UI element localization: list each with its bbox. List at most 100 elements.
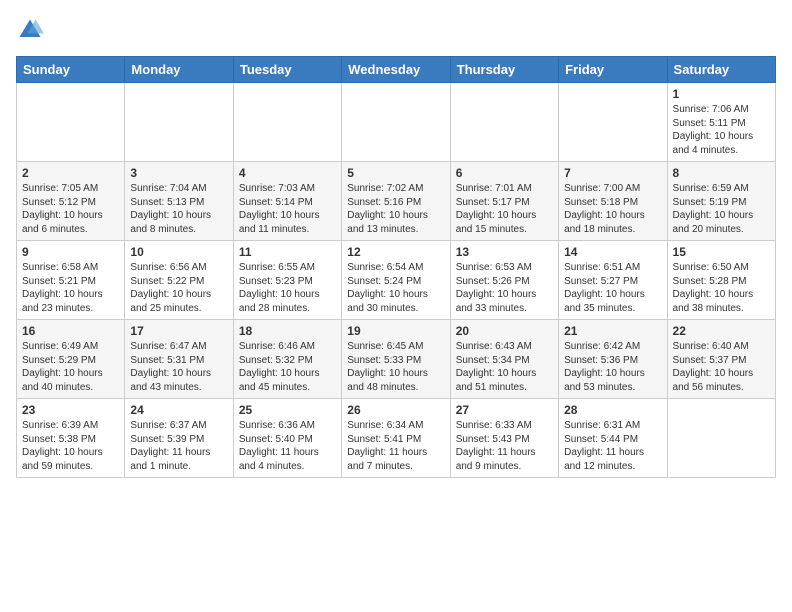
day-info: Sunrise: 7:06 AM Sunset: 5:11 PM Dayligh… bbox=[673, 103, 770, 157]
calendar-cell: 16Sunrise: 6:49 AM Sunset: 5:29 PM Dayli… bbox=[17, 320, 125, 399]
day-info: Sunrise: 6:53 AM Sunset: 5:26 PM Dayligh… bbox=[456, 261, 553, 315]
calendar-cell: 21 Sunrise: 6:42 AM Sunset: 5:36 PM Dayli… bbox=[559, 320, 667, 399]
day-number: 3 bbox=[130, 166, 227, 180]
calendar-cell bbox=[342, 83, 450, 162]
day-number: 23 bbox=[22, 403, 119, 417]
day-number: 22 bbox=[673, 324, 770, 338]
day-number: 10 bbox=[130, 245, 227, 259]
day-number: 16 bbox=[22, 324, 119, 338]
weekday-header-thursday: Thursday bbox=[450, 57, 558, 83]
calendar-cell: 27 Sunrise: 6:33 AM Sunset: 5:43 PM Dayli… bbox=[450, 399, 558, 478]
day-info: Sunrise: 7:05 AM Sunset: 5:12 PM Dayligh… bbox=[22, 182, 119, 236]
day-info: Sunrise: 6:31 AM Sunset: 5:44 PM Dayligh… bbox=[564, 419, 661, 473]
calendar-cell: 19 Sunrise: 6:45 AM Sunset: 5:33 PM Dayli… bbox=[342, 320, 450, 399]
day-number: 20 bbox=[456, 324, 553, 338]
day-number: 21 bbox=[564, 324, 661, 338]
weekday-header-row: SundayMondayTuesdayWednesdayThursdayFrid… bbox=[17, 57, 776, 83]
weekday-header-sunday: Sunday bbox=[17, 57, 125, 83]
day-number: 7 bbox=[564, 166, 661, 180]
calendar-cell: 22 Sunrise: 6:40 AM Sunset: 5:37 PM Dayli… bbox=[667, 320, 775, 399]
calendar-cell: 26 Sunrise: 6:34 AM Sunset: 5:41 PM Dayli… bbox=[342, 399, 450, 478]
weekday-header-friday: Friday bbox=[559, 57, 667, 83]
calendar-cell bbox=[450, 83, 558, 162]
calendar-cell: 20 Sunrise: 6:43 AM Sunset: 5:34 PM Dayli… bbox=[450, 320, 558, 399]
calendar-cell bbox=[17, 83, 125, 162]
day-number: 5 bbox=[347, 166, 444, 180]
calendar-cell: 28Sunrise: 6:31 AM Sunset: 5:44 PM Dayli… bbox=[559, 399, 667, 478]
day-number: 19 bbox=[347, 324, 444, 338]
calendar-cell: 17 Sunrise: 6:47 AM Sunset: 5:31 PM Dayli… bbox=[125, 320, 233, 399]
calendar-week-2: 2 Sunrise: 7:05 AM Sunset: 5:12 PM Daylig… bbox=[17, 162, 776, 241]
day-number: 8 bbox=[673, 166, 770, 180]
calendar-cell: 18Sunrise: 6:46 AM Sunset: 5:32 PM Dayli… bbox=[233, 320, 341, 399]
day-number: 27 bbox=[456, 403, 553, 417]
calendar-cell: 9 Sunrise: 6:58 AM Sunset: 5:21 PM Daylig… bbox=[17, 241, 125, 320]
page-header bbox=[16, 16, 776, 44]
calendar-cell: 11 Sunrise: 6:55 AM Sunset: 5:23 PM Dayli… bbox=[233, 241, 341, 320]
day-number: 24 bbox=[130, 403, 227, 417]
day-info: Sunrise: 6:37 AM Sunset: 5:39 PM Dayligh… bbox=[130, 419, 227, 473]
day-info: Sunrise: 6:55 AM Sunset: 5:23 PM Dayligh… bbox=[239, 261, 336, 315]
weekday-header-tuesday: Tuesday bbox=[233, 57, 341, 83]
day-info: Sunrise: 6:58 AM Sunset: 5:21 PM Dayligh… bbox=[22, 261, 119, 315]
weekday-header-monday: Monday bbox=[125, 57, 233, 83]
calendar-cell: 24 Sunrise: 6:37 AM Sunset: 5:39 PM Dayli… bbox=[125, 399, 233, 478]
day-info: Sunrise: 6:42 AM Sunset: 5:36 PM Dayligh… bbox=[564, 340, 661, 394]
calendar-cell: 15 Sunrise: 6:50 AM Sunset: 5:28 PM Dayli… bbox=[667, 241, 775, 320]
day-number: 14 bbox=[564, 245, 661, 259]
day-info: Sunrise: 6:56 AM Sunset: 5:22 PM Dayligh… bbox=[130, 261, 227, 315]
calendar-cell: 13 Sunrise: 6:53 AM Sunset: 5:26 PM Dayli… bbox=[450, 241, 558, 320]
calendar-cell: 12Sunrise: 6:54 AM Sunset: 5:24 PM Dayli… bbox=[342, 241, 450, 320]
calendar-week-4: 16Sunrise: 6:49 AM Sunset: 5:29 PM Dayli… bbox=[17, 320, 776, 399]
calendar-cell: 2 Sunrise: 7:05 AM Sunset: 5:12 PM Daylig… bbox=[17, 162, 125, 241]
calendar-table: SundayMondayTuesdayWednesdayThursdayFrid… bbox=[16, 56, 776, 478]
day-info: Sunrise: 6:39 AM Sunset: 5:38 PM Dayligh… bbox=[22, 419, 119, 473]
calendar-cell: 3Sunrise: 7:04 AM Sunset: 5:13 PM Daylig… bbox=[125, 162, 233, 241]
calendar-cell: 8 Sunrise: 6:59 AM Sunset: 5:19 PM Daylig… bbox=[667, 162, 775, 241]
calendar-cell bbox=[233, 83, 341, 162]
calendar-cell: 7 Sunrise: 7:00 AM Sunset: 5:18 PM Daylig… bbox=[559, 162, 667, 241]
weekday-header-wednesday: Wednesday bbox=[342, 57, 450, 83]
day-number: 1 bbox=[673, 87, 770, 101]
day-number: 2 bbox=[22, 166, 119, 180]
calendar-cell bbox=[559, 83, 667, 162]
day-info: Sunrise: 6:33 AM Sunset: 5:43 PM Dayligh… bbox=[456, 419, 553, 473]
calendar-cell: 1 Sunrise: 7:06 AM Sunset: 5:11 PM Daylig… bbox=[667, 83, 775, 162]
day-info: Sunrise: 6:45 AM Sunset: 5:33 PM Dayligh… bbox=[347, 340, 444, 394]
day-number: 26 bbox=[347, 403, 444, 417]
calendar-cell: 25 Sunrise: 6:36 AM Sunset: 5:40 PM Dayli… bbox=[233, 399, 341, 478]
day-number: 17 bbox=[130, 324, 227, 338]
logo-icon bbox=[16, 16, 44, 44]
day-info: Sunrise: 6:36 AM Sunset: 5:40 PM Dayligh… bbox=[239, 419, 336, 473]
calendar-week-1: 1 Sunrise: 7:06 AM Sunset: 5:11 PM Daylig… bbox=[17, 83, 776, 162]
day-number: 13 bbox=[456, 245, 553, 259]
calendar-cell: 10 Sunrise: 6:56 AM Sunset: 5:22 PM Dayli… bbox=[125, 241, 233, 320]
day-info: Sunrise: 6:46 AM Sunset: 5:32 PM Dayligh… bbox=[239, 340, 336, 394]
calendar-cell bbox=[667, 399, 775, 478]
weekday-header-saturday: Saturday bbox=[667, 57, 775, 83]
calendar-cell: 14Sunrise: 6:51 AM Sunset: 5:27 PM Dayli… bbox=[559, 241, 667, 320]
calendar-cell: 4Sunrise: 7:03 AM Sunset: 5:14 PM Daylig… bbox=[233, 162, 341, 241]
day-number: 15 bbox=[673, 245, 770, 259]
day-info: Sunrise: 7:01 AM Sunset: 5:17 PM Dayligh… bbox=[456, 182, 553, 236]
day-info: Sunrise: 7:02 AM Sunset: 5:16 PM Dayligh… bbox=[347, 182, 444, 236]
day-number: 12 bbox=[347, 245, 444, 259]
logo bbox=[16, 16, 48, 44]
day-info: Sunrise: 6:47 AM Sunset: 5:31 PM Dayligh… bbox=[130, 340, 227, 394]
day-number: 25 bbox=[239, 403, 336, 417]
calendar-week-3: 9 Sunrise: 6:58 AM Sunset: 5:21 PM Daylig… bbox=[17, 241, 776, 320]
calendar-week-5: 23 Sunrise: 6:39 AM Sunset: 5:38 PM Dayli… bbox=[17, 399, 776, 478]
calendar-cell: 23 Sunrise: 6:39 AM Sunset: 5:38 PM Dayli… bbox=[17, 399, 125, 478]
day-info: Sunrise: 6:34 AM Sunset: 5:41 PM Dayligh… bbox=[347, 419, 444, 473]
day-number: 6 bbox=[456, 166, 553, 180]
day-info: Sunrise: 6:50 AM Sunset: 5:28 PM Dayligh… bbox=[673, 261, 770, 315]
calendar-cell bbox=[125, 83, 233, 162]
calendar-cell: 5 Sunrise: 7:02 AM Sunset: 5:16 PM Daylig… bbox=[342, 162, 450, 241]
day-info: Sunrise: 6:59 AM Sunset: 5:19 PM Dayligh… bbox=[673, 182, 770, 236]
day-number: 9 bbox=[22, 245, 119, 259]
day-info: Sunrise: 7:03 AM Sunset: 5:14 PM Dayligh… bbox=[239, 182, 336, 236]
day-info: Sunrise: 7:00 AM Sunset: 5:18 PM Dayligh… bbox=[564, 182, 661, 236]
day-info: Sunrise: 6:40 AM Sunset: 5:37 PM Dayligh… bbox=[673, 340, 770, 394]
day-number: 11 bbox=[239, 245, 336, 259]
day-info: Sunrise: 6:43 AM Sunset: 5:34 PM Dayligh… bbox=[456, 340, 553, 394]
